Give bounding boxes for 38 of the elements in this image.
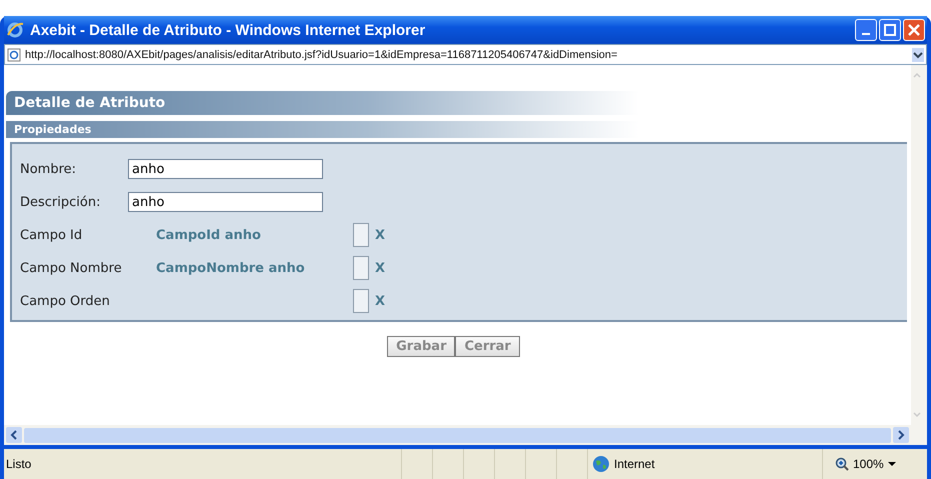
field-value: CampoNombre anho [156, 260, 305, 276]
maximize-icon [884, 24, 896, 36]
status-text: Listo [5, 457, 32, 471]
browser-logo-icon [6, 21, 24, 39]
page-icon [7, 48, 21, 62]
input-field[interactable]: anho [128, 192, 323, 212]
scroll-left-icon[interactable] [9, 430, 19, 440]
minimize-icon [862, 33, 870, 35]
clear-link[interactable]: X [375, 228, 386, 242]
clear-link[interactable]: X [375, 294, 386, 308]
field-label: Descripción: [20, 194, 102, 210]
close-form-button[interactable]: Cerrar [455, 336, 520, 357]
zoom-control[interactable]: 100% [822, 449, 908, 479]
field-label: Campo Id [20, 228, 84, 242]
zone-text: Internet [614, 457, 655, 471]
address-bar[interactable]: http://localhost:8080/AXEbit/pages/analisis/editarAtributo.jsf?idUsuario=1&idEmpresa=1168711205406747&idDimension= [4, 44, 927, 65]
zoom-icon [835, 457, 849, 471]
caret-icon [888, 461, 896, 467]
close-button[interactable] [903, 19, 925, 41]
save-button[interactable]: Grabar [387, 336, 456, 357]
url-text: http://localhost:8080/AXEbit/pages/analisis/editarAtributo.jsf?idUsuario=1&idEmpresa=1168711205406747&idDimension= [25, 48, 618, 60]
minimize-button[interactable] [855, 19, 877, 41]
checkbox[interactable] [353, 289, 369, 313]
vertical-scrollbar[interactable] [911, 65, 927, 425]
scroll-right-icon[interactable] [896, 430, 906, 440]
field-label: Nombre: [20, 162, 78, 176]
field-value: CampoId anho [156, 228, 261, 242]
horizontal-scrollbar[interactable] [4, 425, 927, 445]
input-field[interactable]: anho [128, 159, 323, 179]
field-label: Campo Orden [20, 294, 111, 308]
maximize-button[interactable] [879, 19, 901, 41]
window-title: Axebit - Detalle de Atributo - Windows Internet Explorer [30, 22, 426, 38]
checkbox[interactable] [353, 256, 369, 280]
checkbox[interactable] [353, 223, 369, 247]
close-icon [908, 24, 920, 36]
clear-link[interactable]: X [375, 260, 386, 276]
field-label: Campo Nombre [20, 260, 123, 276]
globe-icon [592, 455, 610, 473]
